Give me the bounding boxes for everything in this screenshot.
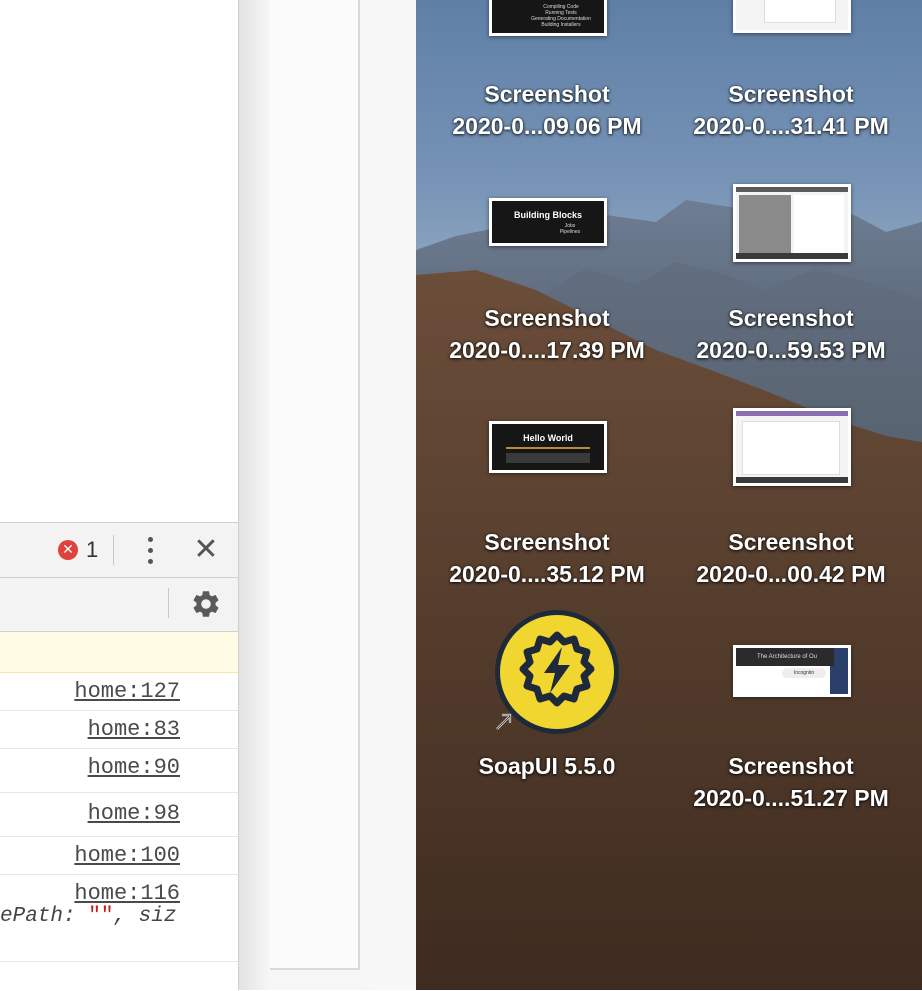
source-link[interactable]: home:116 xyxy=(74,881,180,906)
thumbnail-code-block xyxy=(506,453,590,463)
thumbnail-panel xyxy=(739,195,791,253)
console-filter-bar xyxy=(0,578,238,632)
file-name-line2: 2020-0...09.06 PM xyxy=(452,113,642,139)
screenshot-thumbnail: Compiling Code Running Tests Generating … xyxy=(489,0,607,36)
alias-arrow-icon xyxy=(496,713,512,730)
thumbnail-content xyxy=(736,680,830,694)
file-name-line1: Screenshot xyxy=(728,753,854,779)
screenshot-thumbnail xyxy=(733,408,851,486)
file-name-line1: Screenshot xyxy=(484,81,610,107)
log-divider xyxy=(0,961,238,962)
devtools-toolbar: ✕ 1 ✕ xyxy=(0,523,238,578)
file-name-line1: Screenshot xyxy=(728,81,854,107)
thumbnail-toolbar: Incognito xyxy=(736,666,830,680)
console-warning-row xyxy=(0,632,238,673)
console-log-row: home:98 xyxy=(0,793,238,837)
desktop: Compiling Code Running Tests Generating … xyxy=(416,0,922,990)
desktop-file-icon[interactable]: Compiling Code Running Tests Generating … xyxy=(425,0,669,140)
file-name-line1: Screenshot xyxy=(728,529,854,555)
close-devtools-icon[interactable]: ✕ xyxy=(192,535,220,565)
thumbnail-url-line xyxy=(506,447,590,449)
thumbnail-content xyxy=(794,195,844,253)
property-continuation: , siz xyxy=(113,905,177,928)
console-log-row: home:127 xyxy=(0,673,238,711)
mountain-wallpaper xyxy=(416,188,922,990)
file-name-line2: 2020-0....31.41 PM xyxy=(693,113,889,139)
thumbnail-content xyxy=(764,0,836,23)
file-name-line2: 2020-0...59.53 PM xyxy=(696,337,886,363)
source-link[interactable]: home:83 xyxy=(88,717,180,742)
thumbnail-title: Hello World xyxy=(523,433,573,443)
file-name-line2: 2020-0....51.27 PM xyxy=(693,785,889,811)
thumbnail-dock xyxy=(736,253,848,259)
thumbnail-titlebar xyxy=(736,411,848,416)
screenshot-thumbnail: Building Blocks Jobs Pipelines xyxy=(489,198,607,246)
file-name-line1: Screenshot xyxy=(728,305,854,331)
file-name-line1: Screenshot xyxy=(484,529,610,555)
console-log-row: home:100 xyxy=(0,837,238,875)
source-link[interactable]: home:98 xyxy=(88,801,180,826)
more-options-icon[interactable] xyxy=(142,535,158,567)
toolbar-divider xyxy=(113,535,114,565)
file-name-line2: 2020-0...00.42 PM xyxy=(696,561,886,587)
document-window-edge xyxy=(270,0,360,970)
screenshot-thumbnail: Hello World xyxy=(489,421,607,473)
thumbnail-dock xyxy=(736,477,848,483)
settings-gear-icon[interactable] xyxy=(190,588,222,620)
incognito-badge: Incognito xyxy=(782,668,826,678)
devtools-panel: ✕ 1 ✕ home:127 home:83 home:90 home:98 h… xyxy=(0,522,238,991)
thumbnail-title: Building Blocks xyxy=(513,210,582,220)
source-link[interactable]: home:90 xyxy=(88,755,180,780)
source-link[interactable]: home:100 xyxy=(74,843,180,868)
filter-divider xyxy=(168,588,169,618)
file-name-line2: 2020-0....35.12 PM xyxy=(449,561,645,587)
screenshot-thumbnail xyxy=(733,184,851,262)
source-link[interactable]: home:127 xyxy=(74,679,180,704)
screenshot-thumbnail xyxy=(733,0,851,33)
thumbnail-bullet: Building Installers xyxy=(541,22,581,28)
soapui-gear-bolt-icon xyxy=(519,631,595,707)
screenshot-thumbnail: The Architecture of Ou Incognito xyxy=(733,645,851,697)
thumbnail-tab: The Architecture of Ou xyxy=(736,648,834,666)
app-name: SoapUI 5.5.0 xyxy=(478,753,616,779)
thumbnail-titlebar xyxy=(736,187,848,192)
string-value: "" xyxy=(88,905,114,928)
property-name: ePath xyxy=(0,905,64,928)
file-name-line2: 2020-0....17.39 PM xyxy=(449,337,645,363)
thumbnail-bullet: Pipelines xyxy=(559,229,581,235)
console-object-preview[interactable]: ePath: "", siz xyxy=(0,905,176,928)
property-colon: : xyxy=(63,905,89,928)
thumbnail-content xyxy=(742,421,840,475)
console-log-row: home:90 xyxy=(0,749,238,793)
file-name-line1: Screenshot xyxy=(484,305,610,331)
error-count[interactable]: 1 xyxy=(86,537,98,563)
console-log-row: home:83 xyxy=(0,711,238,749)
error-icon[interactable]: ✕ xyxy=(58,540,78,560)
